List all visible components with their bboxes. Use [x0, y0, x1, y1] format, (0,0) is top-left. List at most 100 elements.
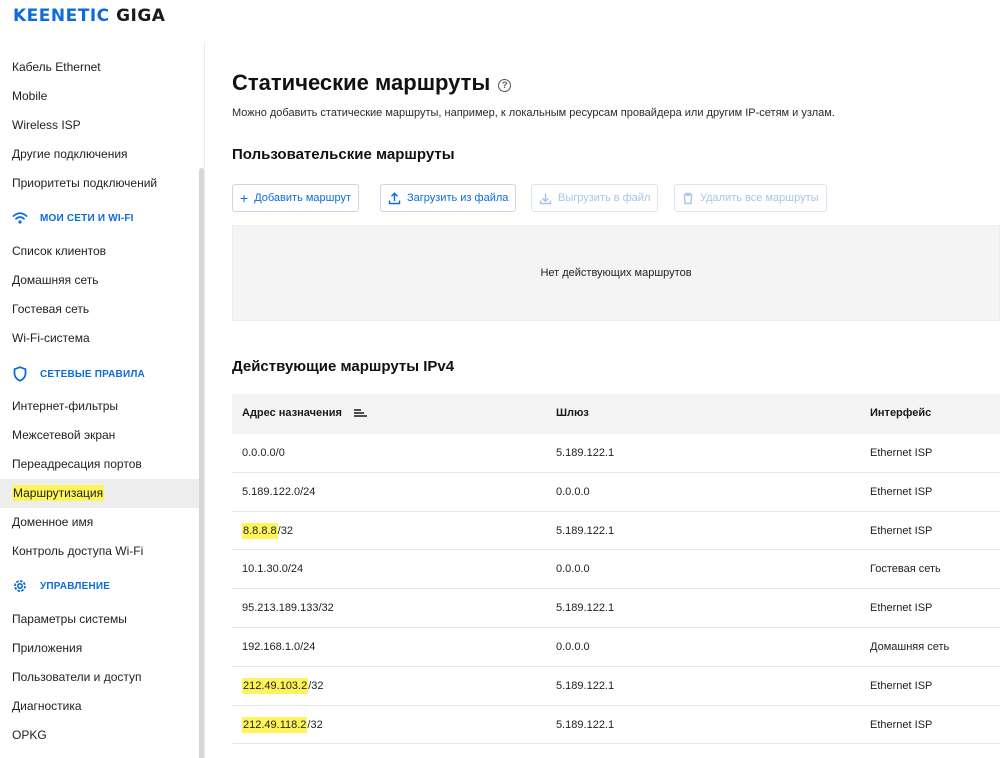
sidebar-item-guest-network[interactable]: Гостевая сеть — [0, 295, 199, 324]
destination-text: /32 — [307, 718, 323, 731]
button-label: Загрузить из файла — [407, 192, 509, 204]
sidebar-section-label: УПРАВЛЕНИЕ — [40, 580, 111, 592]
sidebar-section-label: МОИ СЕТИ И WI-FI — [40, 212, 134, 224]
column-header-destination[interactable]: Адрес назначения — [242, 407, 368, 419]
highlighted-ip: 212.49.103.2 — [242, 677, 309, 694]
page-title-text: Статические маршруты — [232, 70, 491, 95]
sidebar-item-opkg[interactable]: OPKG — [0, 721, 199, 750]
column-header-interface[interactable]: Интерфейс — [870, 407, 931, 419]
sidebar-item-client-list[interactable]: Список клиентов — [0, 237, 199, 266]
cell-gateway: 0.0.0.0 — [556, 485, 590, 498]
download-icon — [539, 193, 552, 204]
cell-interface: Ethernet ISP — [870, 524, 933, 537]
sidebar-scrollbar[interactable] — [199, 168, 204, 758]
cell-destination: 212.49.118.2/32 — [242, 716, 323, 733]
cell-gateway: 0.0.0.0 — [556, 640, 590, 653]
logo-brand: KEENETIC — [13, 6, 110, 26]
sidebar-section-label: СЕТЕВЫЕ ПРАВИЛА — [40, 368, 145, 380]
cell-destination: 212.49.103.2/32 — [242, 677, 324, 694]
cell-gateway: 5.189.122.1 — [556, 524, 615, 537]
cell-interface: Ethernet ISP — [870, 679, 933, 692]
table-row: 8.8.8.8/32 5.189.122.1 Ethernet ISP — [232, 512, 1000, 551]
sidebar-item-applications[interactable]: Приложения — [0, 634, 199, 663]
cell-gateway: 5.189.122.1 — [556, 447, 615, 459]
empty-state-text: Нет действующих маршрутов — [540, 267, 692, 279]
help-icon[interactable]: ? — [498, 78, 512, 92]
add-route-button[interactable]: + Добавить маршрут — [232, 184, 360, 212]
cell-destination: 8.8.8.8/32 — [242, 522, 293, 539]
sidebar-item-mobile[interactable]: Mobile — [0, 82, 199, 111]
cell-destination: 5.189.122.0/24 — [242, 486, 315, 498]
sidebar-item-routing[interactable]: Маршрутизация — [0, 479, 199, 508]
cell-interface: Ethernet ISP — [870, 485, 933, 498]
button-label: Выгрузить в файл — [558, 192, 651, 204]
active-routes-title: Действующие маршруты IPv4 — [232, 358, 455, 375]
cell-destination: 10.1.30.0/24 — [242, 563, 303, 575]
download-to-file-button[interactable]: Выгрузить в файл — [531, 184, 659, 212]
page-title: Статические маршруты ? — [232, 70, 512, 96]
upload-from-file-button[interactable]: Загрузить из файла — [380, 184, 517, 212]
sidebar-item-port-forwarding[interactable]: Переадресация портов — [0, 450, 199, 479]
sidebar-item-ethernet-cable[interactable]: Кабель Ethernet — [0, 53, 199, 82]
cell-interface: Ethernet ISP — [870, 718, 933, 731]
cell-gateway: 5.189.122.1 — [556, 602, 615, 615]
sidebar-item-wifi-system[interactable]: Wi-Fi-система — [0, 324, 199, 353]
destination-text: 0.0.0.0/0 — [242, 447, 285, 459]
table-row: 212.49.118.2/32 5.189.122.1 Ethernet ISP — [232, 706, 1000, 745]
sidebar-item-other-connections[interactable]: Другие подключения — [0, 140, 199, 169]
table-row: 5.189.122.0/24 0.0.0.0 Ethernet ISP — [232, 473, 1000, 512]
sidebar-item-wireless-isp[interactable]: Wireless ISP — [0, 111, 199, 140]
cell-interface: Гостевая сеть — [870, 563, 941, 576]
wifi-icon — [12, 212, 28, 224]
sidebar-item-label: Маршрутизация — [12, 485, 105, 501]
cell-destination: 95.213.189.133/32 — [242, 602, 334, 614]
destination-text: 95.213.189.133/32 — [242, 602, 334, 615]
destination-text: 5.189.122.0/24 — [242, 485, 316, 498]
highlighted-ip: 212.49.118.2 — [242, 716, 308, 733]
sidebar-item-users-access[interactable]: Пользователи и доступ — [0, 663, 199, 692]
gear-icon — [14, 580, 26, 592]
keenetic-logo[interactable]: KEENETIC GIGA — [13, 6, 165, 26]
sidebar-item-wifi-access-control[interactable]: Контроль доступа Wi-Fi — [0, 537, 199, 566]
sidebar-item-firewall[interactable]: Межсетевой экран — [0, 421, 199, 450]
cell-gateway: 5.189.122.1 — [556, 718, 615, 731]
button-label: Добавить маршрут — [254, 192, 352, 204]
active-routes-table: Адрес назначения Шлюз Интерфейс 0.0.0.0/… — [232, 394, 1000, 745]
table-row: 95.213.189.133/32 5.189.122.1 Ethernet ISP — [232, 589, 1000, 628]
button-label: Удалить все маршруты — [700, 192, 819, 204]
cell-interface: Ethernet ISP — [870, 602, 933, 615]
column-header-gateway[interactable]: Шлюз — [556, 407, 589, 419]
cell-destination: 192.168.1.0/24 — [242, 641, 315, 653]
user-routes-title: Пользовательские маршруты — [232, 146, 455, 163]
sort-icon[interactable] — [353, 408, 368, 418]
sidebar-item-domain-name[interactable]: Доменное имя — [0, 508, 199, 537]
plus-icon: + — [240, 190, 249, 206]
delete-all-routes-button[interactable]: Удалить все маршруты — [674, 184, 827, 212]
shield-icon — [13, 366, 27, 382]
sidebar-item-home-network[interactable]: Домашняя сеть — [0, 266, 199, 295]
sidebar: Кабель Ethernet Mobile Wireless ISP Друг… — [0, 42, 205, 758]
destination-text: /32 — [277, 524, 293, 537]
destination-text: 192.168.1.0/24 — [242, 640, 316, 653]
sidebar-section-my-networks[interactable]: МОИ СЕТИ И WI-FI — [0, 203, 199, 233]
table-row: 0.0.0.0/0 5.189.122.1 Ethernet ISP — [232, 434, 1000, 473]
sidebar-section-network-rules[interactable]: СЕТЕВЫЕ ПРАВИЛА — [0, 359, 199, 389]
sidebar-section-management[interactable]: УПРАВЛЕНИЕ — [0, 571, 199, 601]
top-bar: KEENETIC GIGA — [0, 0, 1000, 42]
cell-interface: Ethernet ISP — [870, 447, 933, 459]
cell-interface: Домашняя сеть — [870, 640, 950, 653]
sidebar-item-connection-priorities[interactable]: Приоритеты подключений — [0, 169, 199, 198]
table-row: 212.49.103.2/32 5.189.122.1 Ethernet ISP — [232, 667, 1000, 706]
upload-icon — [388, 191, 401, 204]
destination-text: 10.1.30.0/24 — [242, 563, 304, 576]
page-description: Можно добавить статические маршруты, нап… — [232, 107, 835, 119]
cell-gateway: 0.0.0.0 — [556, 563, 590, 576]
sidebar-item-internet-filters[interactable]: Интернет-фильтры — [0, 392, 199, 421]
cell-destination: 0.0.0.0/0 — [242, 447, 285, 459]
sidebar-item-system-settings[interactable]: Параметры системы — [0, 605, 199, 634]
user-routes-empty-state: Нет действующих маршрутов — [232, 225, 1000, 321]
highlighted-ip: 8.8.8.8 — [242, 522, 278, 539]
sidebar-item-diagnostics[interactable]: Диагностика — [0, 692, 199, 721]
trash-icon — [683, 192, 693, 204]
table-header: Адрес назначения Шлюз Интерфейс — [232, 394, 1000, 434]
